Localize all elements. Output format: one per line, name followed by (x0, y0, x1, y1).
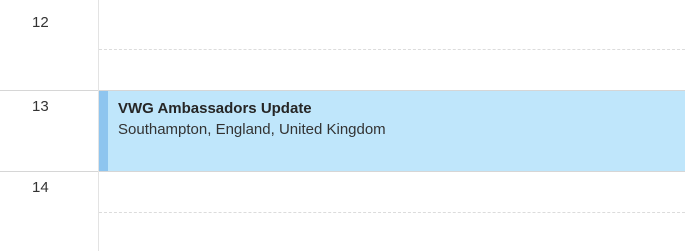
hour-label-13: 13 (32, 98, 49, 115)
half-hour-line (99, 49, 685, 50)
event-title: VWG Ambassadors Update (118, 100, 312, 117)
hour-divider (0, 171, 98, 172)
hour-line (99, 171, 685, 172)
hour-divider (0, 90, 98, 91)
hour-label-12: 12 (32, 14, 49, 31)
event-location: Southampton, England, United Kingdom (118, 121, 386, 138)
hour-label-14: 14 (32, 179, 49, 196)
half-hour-line (99, 212, 685, 213)
calendar-day-grid[interactable]: VWG Ambassadors Update Southampton, Engl… (98, 0, 685, 251)
time-gutter: 12 13 14 (0, 0, 98, 251)
event-color-bar (99, 91, 108, 171)
calendar-event[interactable]: VWG Ambassadors Update Southampton, Engl… (99, 91, 685, 171)
